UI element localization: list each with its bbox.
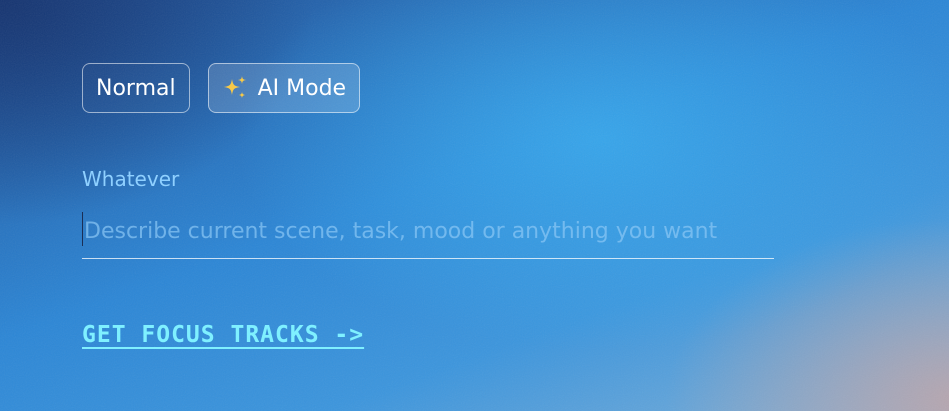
get-focus-tracks-link[interactable]: GET FOCUS TRACKS -> [82, 322, 364, 348]
prompt-field-container [82, 206, 774, 259]
normal-mode-button[interactable]: Normal [82, 63, 190, 113]
mode-toggle-group: Normal AI Mode [82, 63, 361, 113]
sparkles-icon [223, 76, 246, 98]
text-caret [82, 212, 83, 246]
ai-mode-button[interactable]: AI Mode [207, 63, 361, 113]
ai-mode-label: AI Mode [257, 75, 347, 101]
prompt-field-label: Whatever [82, 167, 180, 191]
prompt-input[interactable] [82, 206, 774, 256]
normal-mode-label: Normal [96, 75, 176, 101]
